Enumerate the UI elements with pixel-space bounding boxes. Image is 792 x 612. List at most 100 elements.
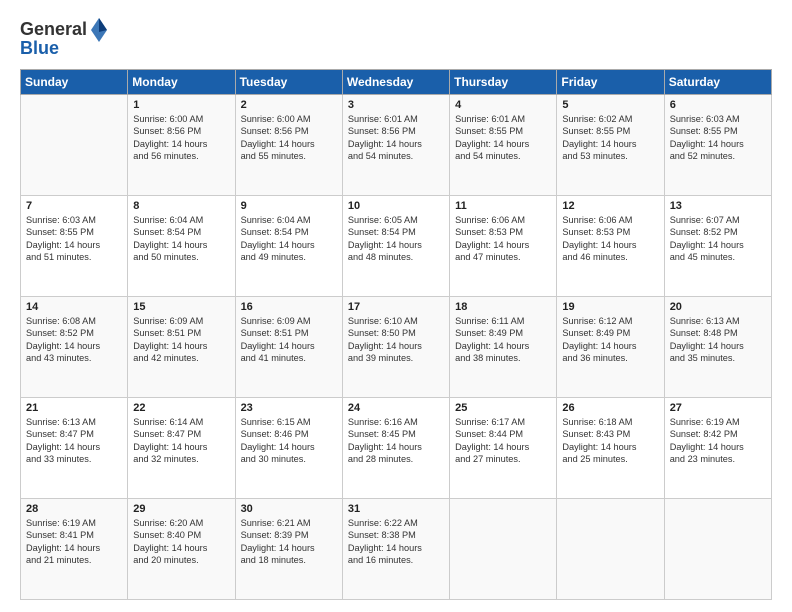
- cell-content: Sunrise: 6:01 AM Sunset: 8:56 PM Dayligh…: [348, 113, 444, 163]
- logo: General Blue: [20, 16, 109, 59]
- cell-content: Sunrise: 6:20 AM Sunset: 8:40 PM Dayligh…: [133, 517, 229, 567]
- cell-content: Sunrise: 6:09 AM Sunset: 8:51 PM Dayligh…: [241, 315, 337, 365]
- cell-content: Sunrise: 6:04 AM Sunset: 8:54 PM Dayligh…: [241, 214, 337, 264]
- calendar-cell: 10 Sunrise: 6:05 AM Sunset: 8:54 PM Dayli…: [342, 196, 449, 297]
- day-header-friday: Friday: [557, 70, 664, 95]
- week-row-3: 14 Sunrise: 6:08 AM Sunset: 8:52 PM Dayli…: [21, 297, 772, 398]
- calendar-cell: 30 Sunrise: 6:21 AM Sunset: 8:39 PM Dayli…: [235, 499, 342, 600]
- calendar-cell: 27Sunrise: 6:19 AM Sunset: 8:42 PM Dayli…: [664, 398, 771, 499]
- calendar-cell: 5Sunrise: 6:02 AM Sunset: 8:55 PM Daylig…: [557, 95, 664, 196]
- day-number: 10: [348, 200, 444, 212]
- calendar-cell: 2 Sunrise: 6:00 AM Sunset: 8:56 PM Daylig…: [235, 95, 342, 196]
- day-number: 11: [455, 200, 551, 212]
- day-number: 8: [133, 200, 229, 212]
- day-number: 23: [241, 402, 337, 414]
- day-header-tuesday: Tuesday: [235, 70, 342, 95]
- day-number: 15: [133, 301, 229, 313]
- calendar-cell: 1 Sunrise: 6:00 AM Sunset: 8:56 PM Daylig…: [128, 95, 235, 196]
- calendar-cell: 19 Sunrise: 6:12 AM Sunset: 8:49 PM Dayli…: [557, 297, 664, 398]
- day-number: 26: [562, 402, 658, 414]
- cell-content: Sunrise: 6:00 AM Sunset: 8:56 PM Dayligh…: [133, 113, 229, 163]
- cell-content: Sunrise: 6:08 AM Sunset: 8:52 PM Dayligh…: [26, 315, 122, 365]
- calendar-cell: [557, 499, 664, 600]
- cell-content: Sunrise: 6:07 AM Sunset: 8:52 PM Dayligh…: [670, 214, 766, 264]
- day-number: 19: [562, 301, 658, 313]
- calendar-cell: 7 Sunrise: 6:03 AM Sunset: 8:55 PM Daylig…: [21, 196, 128, 297]
- days-header-row: SundayMondayTuesdayWednesdayThursdayFrid…: [21, 70, 772, 95]
- day-number: 14: [26, 301, 122, 313]
- day-header-sunday: Sunday: [21, 70, 128, 95]
- calendar-cell: 15 Sunrise: 6:09 AM Sunset: 8:51 PM Dayli…: [128, 297, 235, 398]
- logo-icon: [89, 16, 109, 44]
- day-number: 30: [241, 503, 337, 515]
- cell-content: Sunrise: 6:06 AM Sunset: 8:53 PM Dayligh…: [562, 214, 658, 264]
- calendar-cell: 9Sunrise: 6:04 AM Sunset: 8:54 PM Daylig…: [235, 196, 342, 297]
- cell-content: Sunrise: 6:09 AM Sunset: 8:51 PM Dayligh…: [133, 315, 229, 365]
- day-number: 24: [348, 402, 444, 414]
- day-number: 3: [348, 99, 444, 111]
- day-number: 29: [133, 503, 229, 515]
- day-number: 18: [455, 301, 551, 313]
- cell-content: Sunrise: 6:03 AM Sunset: 8:55 PM Dayligh…: [670, 113, 766, 163]
- calendar-cell: 14 Sunrise: 6:08 AM Sunset: 8:52 PM Dayli…: [21, 297, 128, 398]
- cell-content: Sunrise: 6:05 AM Sunset: 8:54 PM Dayligh…: [348, 214, 444, 264]
- day-header-thursday: Thursday: [450, 70, 557, 95]
- calendar-table: SundayMondayTuesdayWednesdayThursdayFrid…: [20, 69, 772, 600]
- week-row-1: 1 Sunrise: 6:00 AM Sunset: 8:56 PM Daylig…: [21, 95, 772, 196]
- calendar-cell: [450, 499, 557, 600]
- day-header-saturday: Saturday: [664, 70, 771, 95]
- day-number: 22: [133, 402, 229, 414]
- calendar-cell: 3 Sunrise: 6:01 AM Sunset: 8:56 PM Daylig…: [342, 95, 449, 196]
- calendar-cell: 29 Sunrise: 6:20 AM Sunset: 8:40 PM Dayli…: [128, 499, 235, 600]
- calendar-cell: 20Sunrise: 6:13 AM Sunset: 8:48 PM Dayli…: [664, 297, 771, 398]
- day-number: 13: [670, 200, 766, 212]
- day-header-monday: Monday: [128, 70, 235, 95]
- calendar-cell: 12Sunrise: 6:06 AM Sunset: 8:53 PM Dayli…: [557, 196, 664, 297]
- cell-content: Sunrise: 6:15 AM Sunset: 8:46 PM Dayligh…: [241, 416, 337, 466]
- calendar-cell: 26 Sunrise: 6:18 AM Sunset: 8:43 PM Dayli…: [557, 398, 664, 499]
- week-row-5: 28 Sunrise: 6:19 AM Sunset: 8:41 PM Dayli…: [21, 499, 772, 600]
- day-header-wednesday: Wednesday: [342, 70, 449, 95]
- cell-content: Sunrise: 6:22 AM Sunset: 8:38 PM Dayligh…: [348, 517, 444, 567]
- calendar-cell: 21Sunrise: 6:13 AM Sunset: 8:47 PM Dayli…: [21, 398, 128, 499]
- calendar-cell: [21, 95, 128, 196]
- cell-content: Sunrise: 6:11 AM Sunset: 8:49 PM Dayligh…: [455, 315, 551, 365]
- day-number: 6: [670, 99, 766, 111]
- cell-content: Sunrise: 6:00 AM Sunset: 8:56 PM Dayligh…: [241, 113, 337, 163]
- cell-content: Sunrise: 6:21 AM Sunset: 8:39 PM Dayligh…: [241, 517, 337, 567]
- calendar-cell: 6 Sunrise: 6:03 AM Sunset: 8:55 PM Daylig…: [664, 95, 771, 196]
- cell-content: Sunrise: 6:02 AM Sunset: 8:55 PM Dayligh…: [562, 113, 658, 163]
- calendar-cell: 8Sunrise: 6:04 AM Sunset: 8:54 PM Daylig…: [128, 196, 235, 297]
- day-number: 28: [26, 503, 122, 515]
- cell-content: Sunrise: 6:06 AM Sunset: 8:53 PM Dayligh…: [455, 214, 551, 264]
- calendar-cell: 13 Sunrise: 6:07 AM Sunset: 8:52 PM Dayli…: [664, 196, 771, 297]
- calendar-cell: 4 Sunrise: 6:01 AM Sunset: 8:55 PM Daylig…: [450, 95, 557, 196]
- cell-content: Sunrise: 6:13 AM Sunset: 8:48 PM Dayligh…: [670, 315, 766, 365]
- calendar-page: General Blue SundayMondayTuesdayWednesda…: [0, 0, 792, 612]
- calendar-cell: 28 Sunrise: 6:19 AM Sunset: 8:41 PM Dayli…: [21, 499, 128, 600]
- week-row-4: 21Sunrise: 6:13 AM Sunset: 8:47 PM Dayli…: [21, 398, 772, 499]
- header: General Blue: [20, 16, 772, 59]
- day-number: 7: [26, 200, 122, 212]
- cell-content: Sunrise: 6:19 AM Sunset: 8:41 PM Dayligh…: [26, 517, 122, 567]
- calendar-cell: 31Sunrise: 6:22 AM Sunset: 8:38 PM Dayli…: [342, 499, 449, 600]
- day-number: 1: [133, 99, 229, 111]
- cell-content: Sunrise: 6:01 AM Sunset: 8:55 PM Dayligh…: [455, 113, 551, 163]
- week-row-2: 7 Sunrise: 6:03 AM Sunset: 8:55 PM Daylig…: [21, 196, 772, 297]
- day-number: 2: [241, 99, 337, 111]
- calendar-cell: 18 Sunrise: 6:11 AM Sunset: 8:49 PM Dayli…: [450, 297, 557, 398]
- day-number: 21: [26, 402, 122, 414]
- cell-content: Sunrise: 6:12 AM Sunset: 8:49 PM Dayligh…: [562, 315, 658, 365]
- day-number: 25: [455, 402, 551, 414]
- calendar-cell: 25 Sunrise: 6:17 AM Sunset: 8:44 PM Dayli…: [450, 398, 557, 499]
- cell-content: Sunrise: 6:19 AM Sunset: 8:42 PM Dayligh…: [670, 416, 766, 466]
- cell-content: Sunrise: 6:16 AM Sunset: 8:45 PM Dayligh…: [348, 416, 444, 466]
- cell-content: Sunrise: 6:18 AM Sunset: 8:43 PM Dayligh…: [562, 416, 658, 466]
- calendar-cell: 17Sunrise: 6:10 AM Sunset: 8:50 PM Dayli…: [342, 297, 449, 398]
- calendar-cell: 23 Sunrise: 6:15 AM Sunset: 8:46 PM Dayli…: [235, 398, 342, 499]
- calendar-cell: 11 Sunrise: 6:06 AM Sunset: 8:53 PM Dayli…: [450, 196, 557, 297]
- day-number: 4: [455, 99, 551, 111]
- calendar-cell: 24 Sunrise: 6:16 AM Sunset: 8:45 PM Dayli…: [342, 398, 449, 499]
- cell-content: Sunrise: 6:03 AM Sunset: 8:55 PM Dayligh…: [26, 214, 122, 264]
- cell-content: Sunrise: 6:17 AM Sunset: 8:44 PM Dayligh…: [455, 416, 551, 466]
